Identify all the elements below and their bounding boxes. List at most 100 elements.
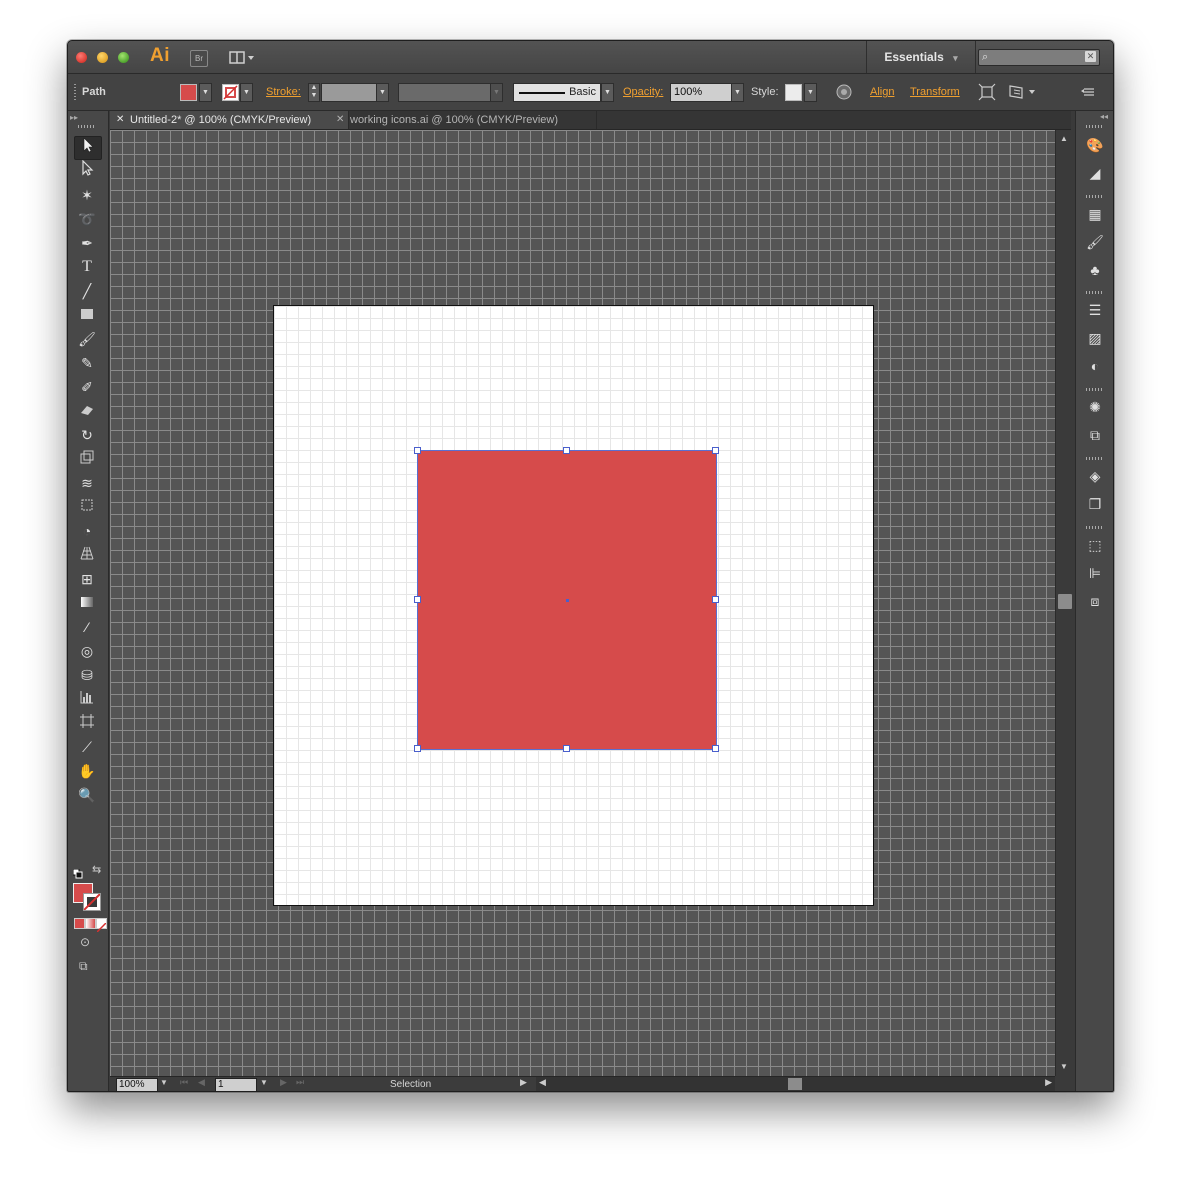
artboard[interactable] [273, 305, 874, 906]
align-panel-link[interactable]: Align [870, 74, 894, 110]
canvas-pasteboard[interactable] [110, 130, 1055, 1076]
zoom-tool[interactable]: 🔍 [74, 784, 100, 806]
free-transform-tool[interactable] [74, 496, 100, 518]
expand-panels-icon[interactable]: ◂◂ [1100, 112, 1108, 121]
pathfinder-panel-icon[interactable]: ⧈ [1085, 591, 1105, 611]
brush-dropdown[interactable]: ▼ [601, 83, 614, 102]
recolor-artwork-button[interactable] [836, 74, 852, 110]
brush-definition-field[interactable]: Basic [513, 83, 601, 102]
clear-search-icon[interactable]: ✕ [1085, 51, 1096, 62]
gradient-mode-button[interactable] [85, 918, 96, 929]
draw-mode-icon[interactable]: ⊙ [80, 935, 90, 949]
brushes-panel-icon[interactable]: 🖌 [1085, 232, 1105, 252]
stroke-panel-link[interactable]: Stroke: [266, 74, 301, 110]
stroke-swatch[interactable] [222, 84, 239, 101]
minimize-window-button[interactable] [97, 52, 108, 63]
scroll-right-icon[interactable]: ▶ [1045, 1077, 1052, 1088]
shape-builder-tool[interactable]: ◔ [74, 520, 100, 542]
stroke-dropdown-arrow[interactable]: ▼ [240, 83, 253, 102]
status-menu-icon[interactable]: ▶ [520, 1077, 527, 1088]
color-mode-button[interactable] [74, 918, 85, 929]
direct-selection-tool[interactable] [74, 159, 100, 182]
artboard-number-input[interactable]: 1 [215, 1078, 257, 1091]
tab-working-icons[interactable]: ✕ working icons.ai @ 100% (CMYK/Preview) [330, 111, 597, 129]
graphic-style-dropdown[interactable]: ▼ [804, 83, 817, 102]
stroke-weight-dropdown[interactable]: ▼ [376, 83, 389, 102]
default-fill-stroke-button[interactable] [72, 866, 83, 879]
last-artboard-icon[interactable]: ⏭ [296, 1077, 304, 1088]
current-tool-status[interactable]: Selection [390, 1077, 431, 1091]
control-bar-grip[interactable] [74, 74, 76, 110]
selected-rectangle-path[interactable] [414, 447, 719, 752]
close-tab-icon[interactable]: ✕ [336, 111, 344, 129]
variable-width-profile[interactable] [398, 83, 492, 102]
tab-untitled-2[interactable]: ✕ Untitled-2* @ 100% (CMYK/Preview) [110, 111, 349, 129]
graphic-styles-panel-icon[interactable]: ⧉ [1085, 425, 1105, 445]
zoom-level-input[interactable]: 100% [116, 1078, 158, 1091]
close-window-button[interactable] [76, 52, 87, 63]
horizontal-scrollbar[interactable]: ◀ ▶ [536, 1077, 1055, 1091]
symbol-sprayer-tool[interactable]: ⛁ [74, 664, 100, 686]
stroke-weight-input[interactable] [321, 83, 379, 102]
type-tool[interactable]: T [74, 256, 100, 278]
color-guide-icon[interactable]: ◢ [1085, 163, 1105, 183]
swatches-panel-icon[interactable]: ▦ [1085, 204, 1105, 224]
scroll-up-icon[interactable]: ▲ [1060, 134, 1068, 143]
vertical-scroll-thumb[interactable] [1058, 594, 1072, 609]
dock-grip[interactable] [1086, 291, 1104, 294]
graphic-style-swatch[interactable] [785, 84, 802, 101]
horizontal-scroll-thumb[interactable] [788, 1078, 802, 1090]
scroll-left-icon[interactable]: ◀ [539, 1077, 546, 1088]
resize-handle-bottom-left[interactable] [414, 745, 421, 752]
hand-tool[interactable]: ✋ [74, 760, 100, 782]
stroke-weight-stepper[interactable]: ▲ ▼ [308, 83, 320, 102]
column-graph-tool[interactable] [74, 688, 100, 710]
bridge-button[interactable]: Br [190, 50, 208, 67]
tools-panel-grip[interactable] [78, 125, 96, 128]
resize-handle-left[interactable] [414, 596, 421, 603]
none-mode-button[interactable] [96, 918, 107, 933]
gradient-panel-icon[interactable]: ▨ [1085, 328, 1105, 348]
artboards-panel-icon[interactable]: ❐ [1085, 494, 1105, 514]
search-help-input[interactable]: ⌕ ✕ [978, 49, 1100, 66]
color-panel-icon[interactable]: 🎨 [1085, 135, 1105, 155]
first-artboard-icon[interactable]: ⏮ [180, 1077, 188, 1088]
dock-grip[interactable] [1086, 526, 1104, 529]
variable-width-dropdown[interactable]: ▼ [490, 83, 503, 102]
dock-grip[interactable] [1086, 457, 1104, 460]
next-artboard-icon[interactable]: ▶ [280, 1077, 287, 1088]
stroke-color-swatch[interactable] [83, 893, 101, 911]
transparency-panel-icon[interactable]: ◐ [1085, 356, 1105, 376]
resize-handle-top-left[interactable] [414, 447, 421, 454]
blend-tool[interactable]: ◎ [74, 640, 100, 662]
make-envelope-button[interactable] [1008, 74, 1038, 110]
paintbrush-tool[interactable]: 🖌 [74, 328, 100, 350]
previous-artboard-icon[interactable]: ◀ [198, 1077, 205, 1088]
opacity-input[interactable]: 100% [670, 83, 733, 102]
opacity-panel-link[interactable]: Opacity: [623, 74, 663, 110]
slice-tool[interactable]: ⟋ [74, 736, 100, 758]
close-tab-icon[interactable]: ✕ [116, 111, 124, 129]
resize-handle-bottom[interactable] [563, 745, 570, 752]
transform-panel-link[interactable]: Transform [910, 74, 960, 110]
blob-brush-tool[interactable]: ✐ [74, 376, 100, 398]
zoom-dropdown-icon[interactable]: ▼ [160, 1078, 168, 1087]
swap-fill-stroke-icon[interactable]: ⇆ [92, 863, 101, 876]
eyedropper-tool[interactable]: ⁄ [74, 616, 100, 638]
artboard-tool[interactable] [74, 712, 100, 734]
mesh-tool[interactable]: ⊞ [74, 568, 100, 590]
scale-tool[interactable] [74, 448, 100, 470]
layers-panel-icon[interactable]: ◈ [1085, 466, 1105, 486]
screen-mode-icon[interactable]: ⧉ [79, 959, 88, 974]
fill-dropdown-arrow[interactable]: ▼ [199, 83, 212, 102]
symbols-panel-icon[interactable]: ♣ [1085, 260, 1105, 280]
isolate-group-button[interactable] [978, 74, 996, 110]
lasso-tool[interactable]: ➰ [74, 208, 100, 230]
perspective-grid-tool[interactable] [74, 544, 100, 566]
rotate-tool[interactable]: ↻ [74, 424, 100, 446]
eraser-tool[interactable] [74, 400, 100, 422]
control-panel-menu-button[interactable] [1080, 74, 1098, 110]
zoom-window-button[interactable] [118, 52, 129, 63]
resize-handle-right[interactable] [712, 596, 719, 603]
width-tool[interactable]: ≋ [74, 472, 100, 494]
